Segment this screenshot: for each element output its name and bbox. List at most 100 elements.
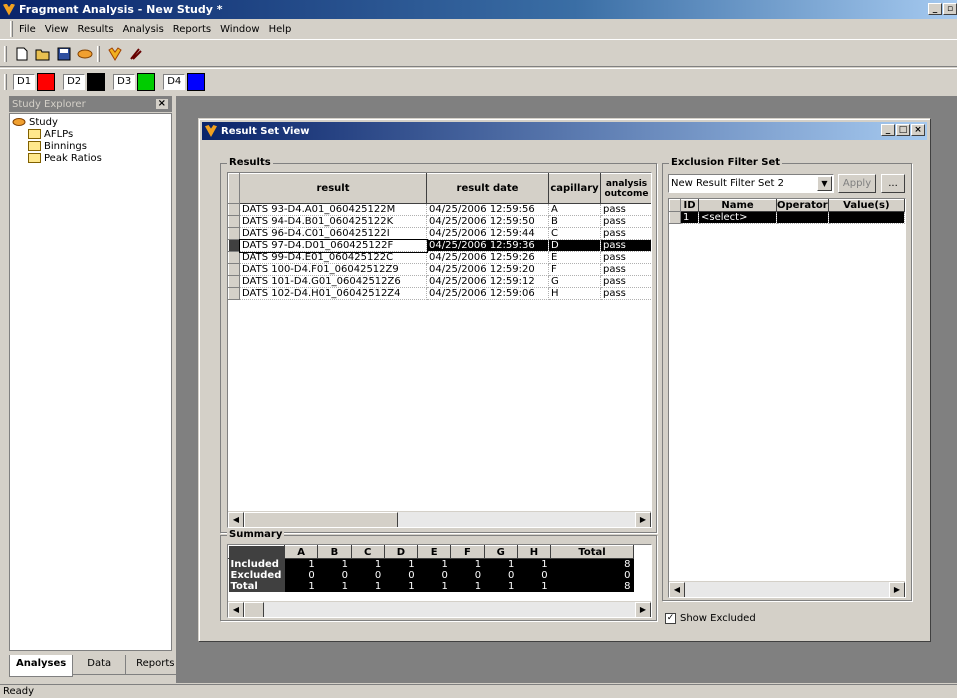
tree-item-binnings[interactable]: Binnings — [10, 140, 171, 152]
close-icon[interactable]: × — [155, 99, 168, 109]
menu-results[interactable]: Results — [77, 24, 113, 35]
apply-button[interactable]: Apply — [838, 174, 876, 193]
tree-item-aflps[interactable]: AFLPs — [10, 128, 171, 140]
summary-hscrollbar[interactable]: ◀ ▶ — [228, 601, 651, 617]
menu-help[interactable]: Help — [269, 24, 292, 35]
open-icon[interactable] — [34, 45, 52, 63]
scroll-right-icon[interactable]: ▶ — [889, 582, 905, 597]
dye-d4-swatch[interactable] — [187, 73, 206, 91]
minimize-button[interactable]: _ — [928, 3, 942, 15]
child-close-button[interactable]: × — [911, 124, 925, 136]
cell-result[interactable]: DATS 97-D4.D01_060425122F — [238, 238, 428, 253]
filter-hscrollbar[interactable]: ◀ ▶ — [669, 581, 905, 597]
cell-name[interactable]: <select> — [698, 211, 777, 224]
new-icon[interactable] — [13, 45, 31, 63]
cell-outcome[interactable]: pass — [600, 287, 651, 300]
scroll-left-icon[interactable]: ◀ — [228, 602, 244, 617]
child-maximize-button[interactable]: □ — [896, 124, 910, 136]
scroll-right-icon[interactable]: ▶ — [635, 602, 651, 617]
col-operator[interactable]: Operator — [776, 199, 829, 212]
table-row[interactable]: DATS 96-D4.C01_060425122I 04/25/2006 12:5… — [228, 227, 651, 240]
menu-view[interactable]: View — [45, 24, 69, 35]
cell-id[interactable]: 1 — [680, 211, 699, 224]
results-hscrollbar[interactable]: ◀ ▶ — [228, 511, 651, 527]
scroll-left-icon[interactable]: ◀ — [228, 512, 244, 527]
cell-capillary[interactable]: G — [548, 275, 601, 288]
cell-operator[interactable] — [776, 211, 829, 224]
dye-d3-swatch[interactable] — [137, 73, 156, 91]
more-button[interactable]: ... — [881, 174, 905, 193]
tree-item-peak-ratios[interactable]: Peak Ratios — [10, 152, 171, 164]
dye-d2[interactable]: D2 — [63, 73, 106, 91]
dye-d1-swatch[interactable] — [37, 73, 56, 91]
chevron-down-icon[interactable]: ▼ — [817, 176, 832, 191]
cell-result[interactable]: DATS 101-D4.G01_06042512Z6 — [239, 275, 427, 288]
filter-grid[interactable]: ID Name Operator Value(s) 1 <select> ◀ ▶ — [668, 198, 906, 598]
cell-date[interactable]: 04/25/2006 12:59:12 — [426, 275, 549, 288]
cell-result[interactable]: DATS 93-D4.A01_060425122M — [239, 203, 427, 216]
cell-outcome[interactable]: pass — [600, 215, 651, 228]
dye-d1[interactable]: D1 — [13, 73, 56, 91]
analyze-icon[interactable] — [106, 45, 124, 63]
cell-result[interactable]: DATS 94-D4.B01_060425122K — [239, 215, 427, 228]
scroll-right-icon[interactable]: ▶ — [635, 512, 651, 527]
col-values[interactable]: Value(s) — [827, 199, 905, 212]
study-icon[interactable] — [76, 45, 94, 63]
show-excluded-label[interactable]: Show Excluded — [680, 613, 756, 624]
table-row[interactable]: DATS 93-D4.A01_060425122M 04/25/2006 12:5… — [228, 203, 651, 216]
cell-date[interactable]: 04/25/2006 12:59:44 — [426, 227, 549, 240]
cell-outcome[interactable]: pass — [600, 203, 651, 216]
save-icon[interactable] — [55, 45, 73, 63]
cell-date[interactable]: 04/25/2006 12:59:20 — [426, 263, 549, 276]
scroll-thumb[interactable] — [244, 512, 398, 527]
cell-capillary[interactable]: A — [548, 203, 601, 216]
col-result[interactable]: result — [239, 173, 427, 204]
tools-icon[interactable] — [127, 45, 145, 63]
cell-date[interactable]: 04/25/2006 12:59:56 — [426, 203, 549, 216]
cell-outcome[interactable]: pass — [600, 263, 651, 276]
col-result-date[interactable]: result date — [426, 173, 549, 204]
cell-date[interactable]: 04/25/2006 12:59:50 — [426, 215, 549, 228]
cell-capillary[interactable]: F — [548, 263, 601, 276]
cell-outcome[interactable]: pass — [600, 239, 651, 252]
table-row[interactable]: DATS 102-D4.H01_06042512Z4 04/25/2006 12:… — [228, 287, 651, 300]
show-excluded-checkbox[interactable]: ✓ — [665, 613, 676, 624]
cell-capillary[interactable]: D — [548, 239, 601, 252]
dye-d3[interactable]: D3 — [113, 73, 156, 91]
cell-date[interactable]: 04/25/2006 12:59:06 — [426, 287, 549, 300]
maximize-button[interactable]: ▫ — [943, 3, 957, 15]
table-row[interactable]: DATS 99-D4.E01_060425122C 04/25/2006 12:5… — [228, 251, 651, 264]
child-minimize-button[interactable]: _ — [881, 124, 895, 136]
cell-capillary[interactable]: B — [548, 215, 601, 228]
table-row-selected[interactable]: DATS 97-D4.D01_060425122F 04/25/2006 12:5… — [228, 238, 651, 253]
cell-result[interactable]: DATS 100-D4.F01_06042512Z9 — [239, 263, 427, 276]
table-row[interactable]: DATS 101-D4.G01_06042512Z6 04/25/2006 12:… — [228, 275, 651, 288]
tab-data[interactable]: Data — [72, 655, 127, 675]
cell-result[interactable]: DATS 102-D4.H01_06042512Z4 — [239, 287, 427, 300]
menu-analysis[interactable]: Analysis — [123, 24, 164, 35]
cell-capillary[interactable]: C — [548, 227, 601, 240]
dye-d2-swatch[interactable] — [87, 73, 106, 91]
cell-capillary[interactable]: E — [548, 251, 601, 264]
cell-result[interactable]: DATS 99-D4.E01_060425122C — [239, 251, 427, 264]
results-grid[interactable]: result result date capillary analysis ou… — [227, 172, 652, 528]
table-row[interactable]: DATS 94-D4.B01_060425122K 04/25/2006 12:5… — [228, 215, 651, 228]
menu-file[interactable]: File — [19, 24, 36, 35]
filter-set-dropdown[interactable]: New Result Filter Set 2 ▼ — [668, 174, 834, 193]
col-capillary[interactable]: capillary — [548, 173, 601, 204]
tree-item-study[interactable]: Study — [10, 116, 171, 128]
filter-row[interactable]: 1 <select> — [669, 211, 905, 224]
col-id[interactable]: ID — [680, 199, 699, 212]
summary-grid[interactable]: A B C D E F G H Total Included 111111118… — [227, 544, 652, 618]
cell-outcome[interactable]: pass — [600, 251, 651, 264]
cell-capillary[interactable]: H — [548, 287, 601, 300]
col-name[interactable]: Name — [698, 199, 777, 212]
cell-date[interactable]: 04/25/2006 12:59:26 — [426, 251, 549, 264]
cell-values[interactable] — [828, 211, 905, 224]
dye-d4[interactable]: D4 — [163, 73, 206, 91]
menu-reports[interactable]: Reports — [173, 24, 211, 35]
cell-date[interactable]: 04/25/2006 12:59:36 — [426, 239, 549, 252]
cell-outcome[interactable]: pass — [600, 227, 651, 240]
scroll-thumb[interactable] — [244, 602, 264, 617]
menu-window[interactable]: Window — [220, 24, 259, 35]
